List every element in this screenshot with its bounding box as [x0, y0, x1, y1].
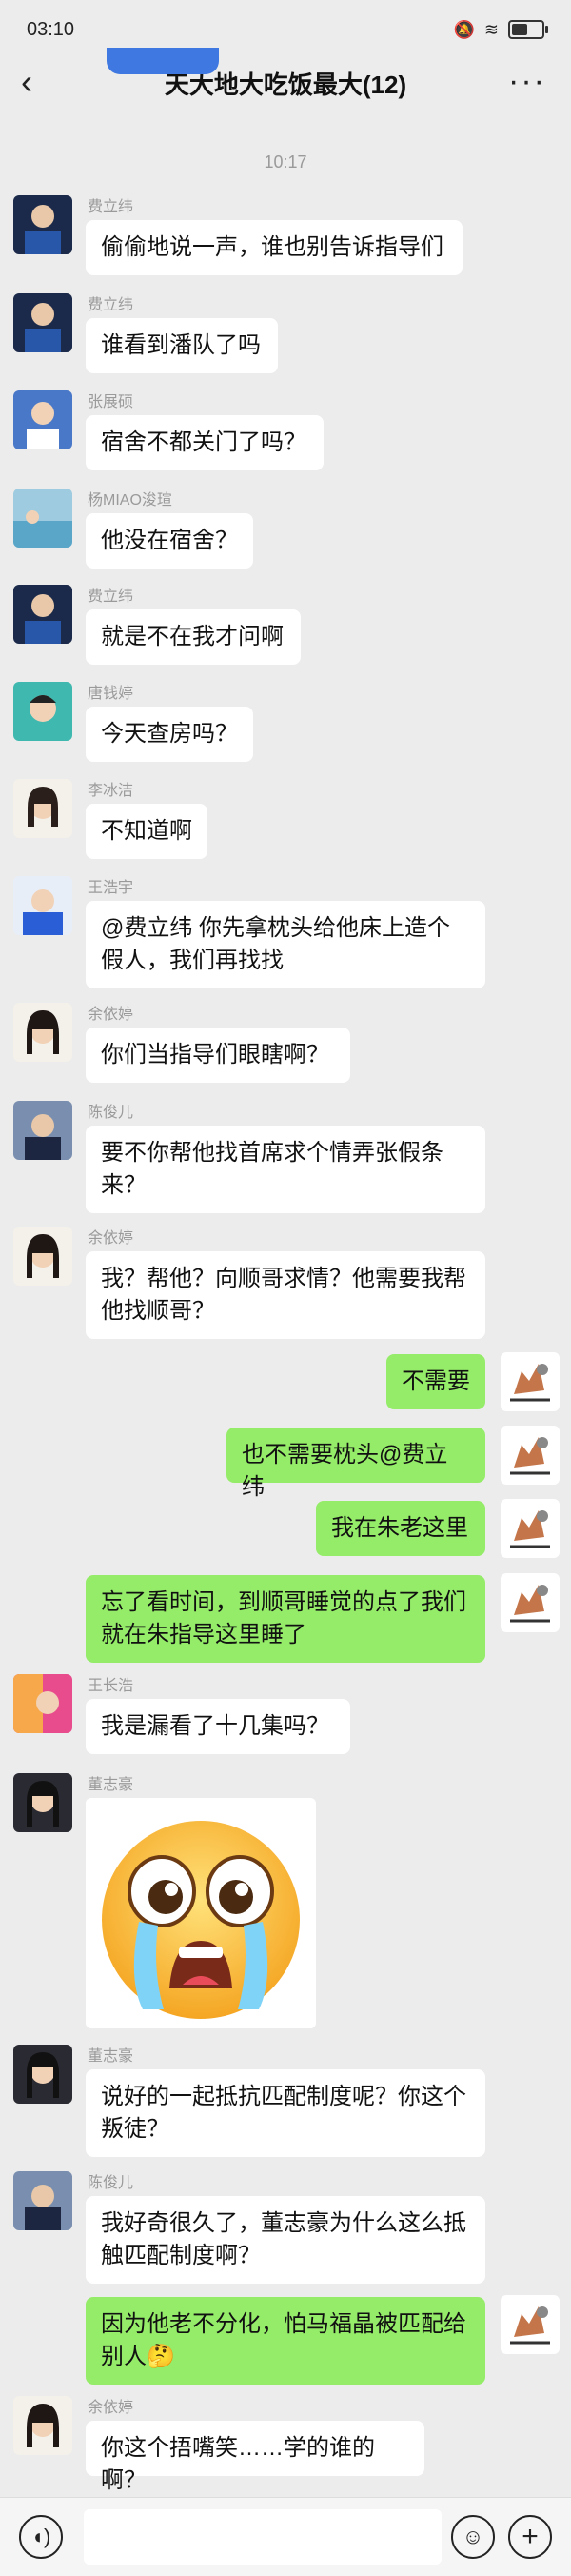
message-bubble-self[interactable]: 不需要	[386, 1354, 485, 1409]
voice-icon[interactable]: ◖)	[19, 2515, 63, 2559]
message-bubble[interactable]: 你这个捂嘴笑……学的谁的啊？	[86, 2421, 424, 2493]
timestamp: 10:17	[264, 152, 307, 171]
battery-icon	[508, 20, 548, 39]
emoji-icon[interactable]: ☺	[451, 2515, 495, 2559]
message-bubble[interactable]: 他没在宿舍？	[86, 513, 253, 569]
status-icons: 🔕 ≋	[453, 19, 548, 40]
sender-name: 唐钱婷	[88, 686, 134, 702]
chat-header: ‹ 天大地大吃饭最大(12) ···	[0, 48, 571, 116]
avatar[interactable]	[13, 293, 72, 352]
message-bubble[interactable]: 宿舍不都关门了吗？	[86, 415, 324, 470]
message-bubble[interactable]: 你们当指导们眼瞎啊？	[86, 1028, 350, 1083]
message-bubble[interactable]: 今天查房吗？	[86, 707, 253, 762]
mute-icon: 🔕	[453, 19, 475, 39]
avatar[interactable]	[13, 682, 72, 741]
avatar[interactable]	[13, 2171, 72, 2230]
message-bubble[interactable]: @费立纬 你先拿枕头给他床上造个假人，我们再找找	[86, 901, 485, 988]
message-bubble[interactable]: 不知道啊	[86, 804, 207, 859]
avatar-self[interactable]	[501, 2295, 560, 2354]
message-bubble[interactable]: 谁看到潘队了吗	[86, 318, 278, 373]
sender-name: 张展硕	[88, 394, 134, 410]
sender-name: 陈俊儿	[88, 1105, 134, 1121]
status-time: 03:10	[27, 18, 75, 40]
sender-name: 费立纬	[88, 297, 134, 313]
avatar[interactable]	[13, 1101, 72, 1160]
message-bubble[interactable]: 我好奇很久了，董志豪为什么这么抵触匹配制度啊？	[86, 2196, 485, 2284]
sender-name: 王长浩	[88, 1678, 134, 1694]
message-bubble[interactable]: 说好的一起抵抗匹配制度呢？你这个叛徒？	[86, 2069, 485, 2157]
sender-name: 王浩宇	[88, 880, 134, 896]
avatar-self[interactable]	[501, 1352, 560, 1411]
sender-name: 费立纬	[88, 589, 134, 605]
plus-icon[interactable]: +	[508, 2515, 552, 2559]
avatar[interactable]	[13, 1674, 72, 1733]
sender-name: 董志豪	[88, 2048, 134, 2065]
avatar-self[interactable]	[501, 1499, 560, 1558]
avatar-self[interactable]	[501, 1426, 560, 1485]
avatar[interactable]	[13, 1227, 72, 1286]
sender-name: 李冰洁	[88, 783, 134, 799]
decorative-tab	[107, 48, 219, 74]
avatar[interactable]	[13, 2045, 72, 2104]
message-bubble[interactable]: 我？帮他？向顺哥求情？他需要我帮他找顺哥？	[86, 1251, 485, 1339]
sender-name: 余依婷	[88, 1007, 134, 1023]
back-icon[interactable]: ‹	[21, 63, 32, 101]
sender-name: 余依婷	[88, 1230, 134, 1247]
message-bubble[interactable]: 我是漏看了十几集吗？	[86, 1699, 350, 1754]
message-bubble-self[interactable]: 也不需要枕头@费立纬	[226, 1428, 485, 1500]
sender-name: 余依婷	[88, 2400, 134, 2416]
message-bubble-self[interactable]: 因为他老不分化，怕马福晶被匹配给别人🤔	[86, 2297, 485, 2385]
avatar[interactable]	[13, 489, 72, 548]
sender-name: 陈俊儿	[88, 2175, 134, 2191]
more-icon[interactable]: ···	[508, 65, 546, 97]
sender-name: 费立纬	[88, 199, 134, 215]
sender-name: 杨MIAO浚瑄	[88, 492, 172, 509]
wifi-icon: ≋	[483, 19, 499, 39]
crying-face-sticker[interactable]	[86, 1798, 316, 2028]
avatar[interactable]	[13, 779, 72, 838]
avatar[interactable]	[13, 390, 72, 449]
message-bubble[interactable]: 就是不在我才问啊	[86, 609, 301, 665]
message-input[interactable]	[84, 2509, 442, 2565]
avatar[interactable]	[13, 2396, 72, 2455]
input-bar: ◖) ☺ +	[0, 2497, 571, 2576]
message-bubble-self[interactable]: 我在朱老这里	[316, 1501, 485, 1556]
avatar[interactable]	[13, 1773, 72, 1832]
message-bubble[interactable]: 偷偷地说一声，谁也别告诉指导们	[86, 220, 463, 275]
avatar[interactable]	[13, 195, 72, 254]
avatar[interactable]	[13, 585, 72, 644]
avatar-self[interactable]	[501, 1573, 560, 1632]
message-bubble-self[interactable]: 忘了看时间，到顺哥睡觉的点了我们就在朱指导这里睡了	[86, 1575, 485, 1663]
message-bubble[interactable]: 要不你帮他找首席求个情弄张假条来？	[86, 1126, 485, 1213]
avatar[interactable]	[13, 876, 72, 935]
avatar[interactable]	[13, 1003, 72, 1062]
sender-name: 董志豪	[88, 1777, 134, 1793]
